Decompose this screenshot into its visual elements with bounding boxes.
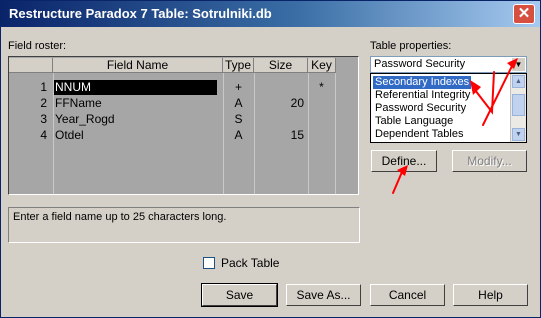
define-button[interactable]: Define...: [371, 150, 437, 172]
table-properties-list[interactable]: Secondary Indexes Referential Integrity …: [370, 73, 527, 143]
list-scrollbar[interactable]: ▲ ▼: [510, 74, 526, 142]
field-name-cell[interactable]: Year_Rogd: [55, 112, 115, 127]
table-properties-select[interactable]: Password Security ▼: [370, 56, 527, 73]
field-description-box: Enter a field name up to 25 characters l…: [8, 207, 360, 243]
table-properties-selected-value: Password Security: [374, 58, 466, 70]
column-header-key[interactable]: Key: [308, 58, 336, 73]
type-cell[interactable]: S: [223, 112, 254, 127]
scroll-thumb[interactable]: [512, 94, 525, 116]
type-cell[interactable]: +: [223, 80, 254, 95]
field-roster-grid[interactable]: Field Name Type Size Key 1 NNUM + * 2 FF…: [8, 56, 359, 195]
restructure-dialog: Restructure Paradox 7 Table: Sotrulniki.…: [0, 0, 541, 318]
field-name-cell[interactable]: FFName: [55, 96, 102, 111]
size-cell[interactable]: 15: [254, 128, 304, 143]
row-number: 4: [40, 128, 47, 142]
pack-table-checkbox[interactable]: [203, 257, 215, 269]
scroll-down-button[interactable]: ▼: [512, 128, 525, 141]
field-description-text: Enter a field name up to 25 characters l…: [13, 211, 227, 223]
chevron-down-icon: ▼: [515, 131, 522, 138]
key-cell[interactable]: [308, 128, 335, 143]
save-as-button[interactable]: Save As...: [286, 284, 361, 306]
close-icon: ✕: [517, 5, 531, 22]
pack-table-label: Pack Table: [221, 256, 280, 270]
row-number: 3: [40, 112, 47, 126]
chevron-down-icon: ▼: [514, 60, 523, 69]
key-cell[interactable]: *: [308, 80, 335, 95]
key-cell[interactable]: [308, 112, 335, 127]
key-cell[interactable]: [308, 96, 335, 111]
size-cell[interactable]: [254, 112, 304, 127]
row-number: 1: [40, 80, 47, 94]
field-name-cell[interactable]: NNUM: [55, 80, 91, 95]
row-number-header: [9, 58, 53, 73]
option-referential-integrity[interactable]: Referential Integrity: [373, 89, 472, 102]
row-number: 2: [40, 96, 47, 110]
type-cell[interactable]: A: [223, 96, 254, 111]
chevron-up-icon: ▲: [515, 78, 522, 85]
option-dependent-tables[interactable]: Dependent Tables: [373, 128, 465, 141]
column-divider: [335, 73, 336, 194]
column-header-field-name[interactable]: Field Name: [53, 58, 223, 73]
option-secondary-indexes[interactable]: Secondary Indexes: [373, 76, 472, 89]
option-password-security[interactable]: Password Security: [373, 102, 468, 115]
cancel-button[interactable]: Cancel: [370, 284, 445, 306]
scroll-up-button[interactable]: ▲: [512, 75, 525, 88]
option-table-language[interactable]: Table Language: [373, 115, 455, 128]
window-title: Restructure Paradox 7 Table: Sotrulniki.…: [9, 6, 272, 21]
size-cell[interactable]: [254, 80, 304, 95]
field-roster-label: Field roster:: [8, 40, 67, 52]
type-cell[interactable]: A: [223, 128, 254, 143]
dropdown-button[interactable]: ▼: [512, 58, 525, 71]
field-name-cell[interactable]: Otdel: [55, 128, 84, 143]
close-button[interactable]: ✕: [513, 4, 535, 24]
size-cell[interactable]: 20: [254, 96, 304, 111]
column-header-type[interactable]: Type: [223, 58, 254, 73]
help-button[interactable]: Help: [453, 284, 528, 306]
title-bar[interactable]: Restructure Paradox 7 Table: Sotrulniki.…: [1, 1, 540, 27]
save-button[interactable]: Save: [201, 283, 278, 307]
table-properties-label: Table properties:: [370, 40, 452, 52]
column-header-size[interactable]: Size: [254, 58, 308, 73]
modify-button[interactable]: Modify...: [452, 150, 527, 172]
